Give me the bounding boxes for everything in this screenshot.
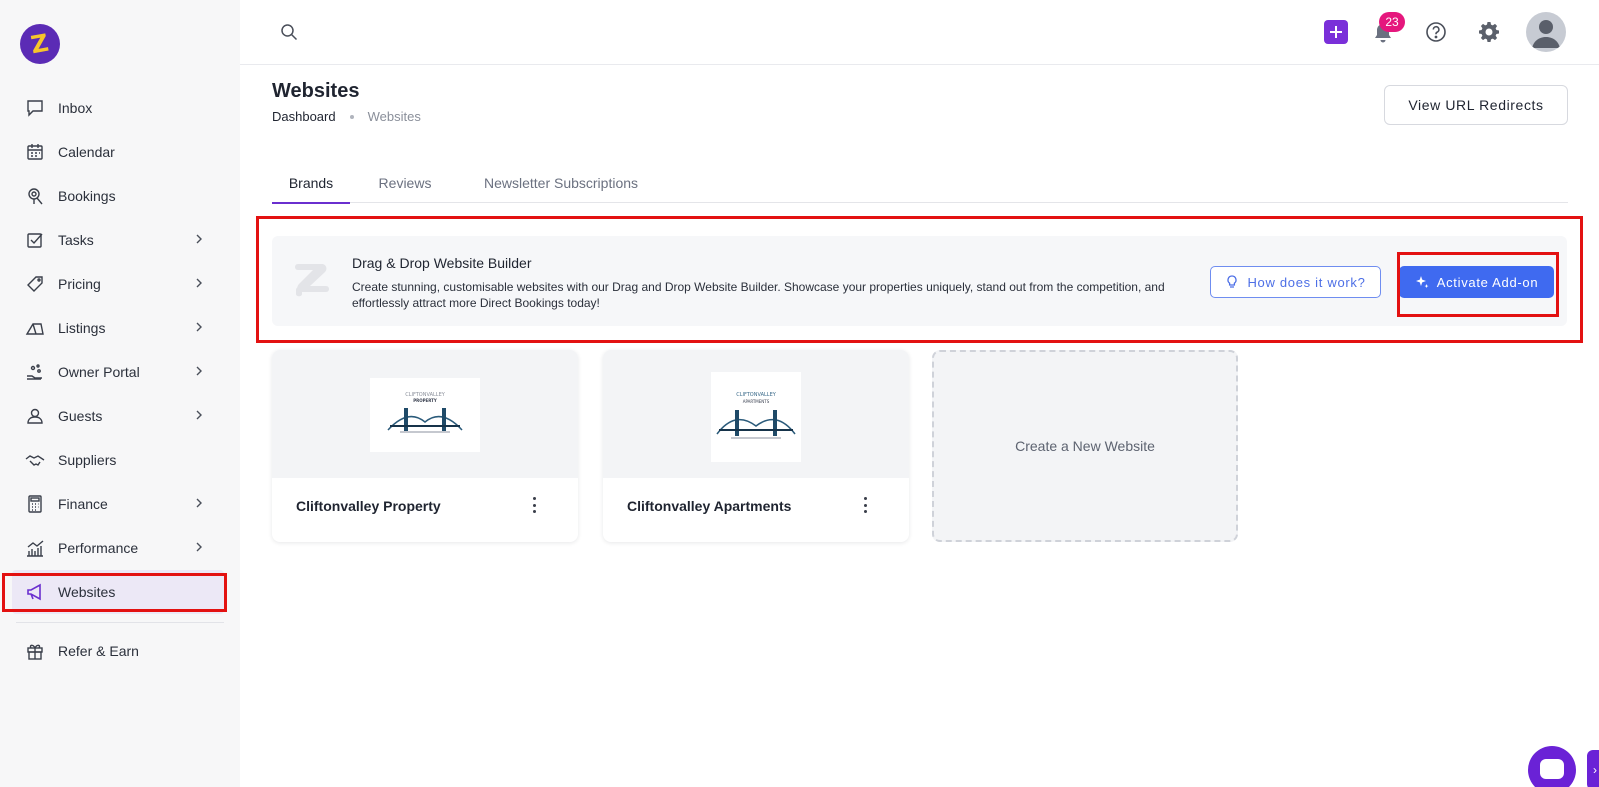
notification-badge: 23 — [1379, 12, 1405, 32]
how-does-it-work-button[interactable]: How does it work? — [1210, 266, 1381, 298]
view-url-redirects-button[interactable]: View URL Redirects — [1384, 85, 1568, 125]
website-builder-banner: Drag & Drop Website Builder Create stunn… — [272, 236, 1567, 326]
app-logo[interactable]: Z — [20, 24, 60, 64]
chevron-right-icon — [196, 234, 202, 244]
logo-text-line2: PROPERTY — [413, 398, 437, 403]
sidebar-item-label: Guests — [58, 408, 103, 424]
activate-addon-label: Activate Add-on — [1436, 274, 1539, 290]
page-title: Websites — [272, 80, 360, 102]
sidebar-item-guests[interactable]: Guests — [0, 394, 240, 438]
sidebar: Z Inbox Calendar Bookings Tasks Pricing … — [0, 0, 240, 787]
breadcrumb-current: Websites — [367, 109, 421, 124]
quick-add-button[interactable] — [1324, 20, 1348, 44]
website-card[interactable]: CLIFTONVALLEY APARTMENTS Cliftonvalley A… — [603, 350, 909, 542]
calendar-icon — [25, 142, 45, 162]
website-logo-image: CLIFTONVALLEY APARTMENTS — [711, 372, 801, 462]
chat-icon — [1540, 759, 1564, 779]
lightbulb-icon — [1227, 275, 1238, 288]
bookings-icon — [25, 186, 45, 206]
home-icon — [25, 318, 45, 338]
logo-mark: Z — [28, 28, 52, 60]
sidebar-item-label: Finance — [58, 496, 108, 512]
website-name[interactable]: Cliftonvalley Property — [296, 498, 441, 514]
gift-icon — [25, 641, 45, 661]
sidebar-item-label: Calendar — [58, 144, 115, 160]
sidebar-item-label: Websites — [58, 584, 116, 600]
chevron-right-icon — [196, 366, 202, 376]
handshake-icon — [25, 450, 45, 470]
gear-icon[interactable] — [1478, 21, 1500, 43]
sidebar-item-tasks[interactable]: Tasks — [0, 218, 240, 262]
activate-addon-button[interactable]: Activate Add-on — [1399, 266, 1554, 298]
banner-title: Drag & Drop Website Builder — [352, 255, 532, 271]
plus-icon — [1330, 26, 1342, 38]
tag-icon — [25, 274, 45, 294]
chevron-right-icon — [196, 278, 202, 288]
chevron-right-icon — [196, 542, 202, 552]
sparkle-icon — [1415, 276, 1429, 288]
sidebar-nav: Inbox Calendar Bookings Tasks Pricing Li… — [0, 86, 240, 673]
website-logo-image: CLIFTONVALLEY PROPERTY — [370, 378, 480, 452]
calculator-icon — [25, 494, 45, 514]
top-bar: 23 — [240, 0, 1599, 65]
more-options-icon[interactable] — [526, 496, 542, 514]
inbox-icon — [25, 98, 45, 118]
sidebar-item-calendar[interactable]: Calendar — [0, 130, 240, 174]
sidebar-item-label: Pricing — [58, 276, 101, 292]
megaphone-icon — [25, 582, 45, 602]
how-does-it-work-label: How does it work? — [1247, 274, 1366, 290]
sidebar-item-pricing[interactable]: Pricing — [0, 262, 240, 306]
create-new-website-card[interactable]: Create a New Website — [932, 350, 1238, 542]
breadcrumb: Dashboard Websites — [272, 109, 421, 124]
sidebar-item-label: Tasks — [58, 232, 94, 248]
sidebar-item-label: Suppliers — [58, 452, 117, 468]
tasks-icon — [25, 230, 45, 250]
user-icon — [25, 406, 45, 426]
sidebar-item-performance[interactable]: Performance — [0, 526, 240, 570]
chart-icon — [25, 538, 45, 558]
sidebar-item-label: Inbox — [58, 100, 93, 116]
chevron-right-icon — [196, 410, 202, 420]
sidebar-item-label: Listings — [58, 320, 106, 336]
sidebar-item-bookings[interactable]: Bookings — [0, 174, 240, 218]
logo-text-line1: CLIFTONVALLEY — [736, 392, 777, 398]
avatar-silhouette-icon — [1532, 20, 1560, 48]
tab-brands[interactable]: Brands — [272, 163, 350, 204]
tab-reviews[interactable]: Reviews — [372, 163, 438, 203]
sidebar-divider — [16, 622, 224, 623]
help-icon[interactable] — [1425, 21, 1447, 43]
website-thumbnail: CLIFTONVALLEY APARTMENTS — [603, 350, 909, 478]
side-panel-toggle[interactable]: › — [1587, 750, 1599, 787]
sidebar-item-label: Performance — [58, 540, 139, 556]
breadcrumb-separator — [349, 114, 354, 119]
breadcrumb-dashboard[interactable]: Dashboard — [272, 109, 336, 124]
chat-widget-button[interactable] — [1528, 746, 1576, 787]
logo-text-line2: APARTMENTS — [743, 399, 770, 404]
owner-portal-icon — [25, 362, 45, 382]
tab-bar: Brands Reviews Newsletter Subscriptions — [272, 163, 1568, 204]
website-thumbnail: CLIFTONVALLEY PROPERTY — [272, 350, 578, 478]
sidebar-item-owner-portal[interactable]: Owner Portal — [0, 350, 240, 394]
sidebar-item-label: Owner Portal — [58, 364, 140, 380]
website-card[interactable]: CLIFTONVALLEY PROPERTY Cliftonvalley Pro… — [272, 350, 578, 542]
user-avatar[interactable] — [1526, 12, 1566, 52]
sidebar-item-websites[interactable]: Websites — [12, 570, 224, 614]
search-icon[interactable] — [280, 23, 298, 41]
sidebar-item-listings[interactable]: Listings — [0, 306, 240, 350]
banner-description: Create stunning, customisable websites w… — [352, 280, 1165, 310]
sidebar-item-refer-earn[interactable]: Refer & Earn — [0, 629, 240, 673]
sidebar-item-inbox[interactable]: Inbox — [0, 86, 240, 130]
website-name[interactable]: Cliftonvalley Apartments — [627, 498, 791, 514]
tab-newsletter-subscriptions[interactable]: Newsletter Subscriptions — [476, 163, 646, 203]
chevron-right-icon — [196, 498, 202, 508]
chevron-right-icon — [196, 322, 202, 332]
sidebar-item-suppliers[interactable]: Suppliers — [0, 438, 240, 482]
sidebar-item-label: Bookings — [58, 188, 116, 204]
more-options-icon[interactable] — [857, 496, 873, 514]
sidebar-item-label: Refer & Earn — [58, 643, 139, 659]
zeevou-logo-icon — [295, 264, 329, 297]
sidebar-item-finance[interactable]: Finance — [0, 482, 240, 526]
